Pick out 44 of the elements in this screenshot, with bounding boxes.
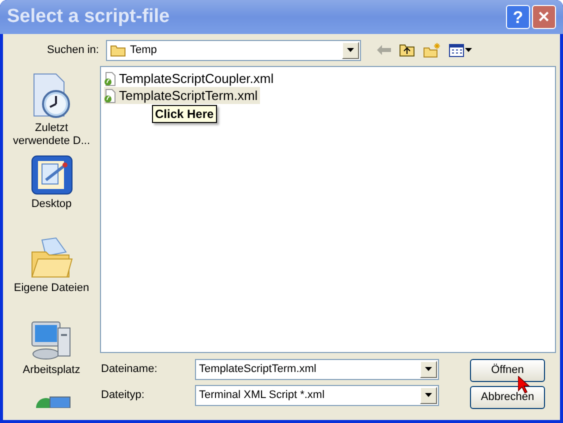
file-icon — [104, 72, 116, 86]
places-label: Desktop — [31, 198, 72, 211]
file-icon — [104, 88, 116, 102]
places-label: Zuletzt verwendete D... — [12, 122, 92, 148]
folder-icon — [110, 44, 126, 56]
file-item[interactable]: TemplateScriptTerm.xml — [104, 87, 260, 104]
caret-icon — [425, 367, 432, 371]
grid-view-icon — [449, 44, 464, 56]
folder-icon — [30, 236, 74, 280]
dialog-button[interactable]: Öffnen — [470, 359, 545, 382]
up-folder-icon[interactable] — [399, 43, 415, 57]
caret-icon — [465, 48, 472, 52]
file-type-dropdown[interactable]: Terminal XML Script *.xml — [195, 384, 439, 406]
window-title: Select a script-file — [7, 4, 171, 29]
field-value: TemplateScriptTerm.xml — [199, 362, 318, 377]
caret-icon — [347, 48, 354, 52]
field-label: Dateiname: — [100, 362, 158, 377]
file-name-field[interactable]: TemplateScriptTerm.xml — [195, 358, 439, 380]
look-in-value: Temp — [130, 42, 158, 58]
look-in-label: Suchen in: — [47, 42, 100, 58]
field-label: Dateityp: — [100, 388, 146, 403]
places-item[interactable]: Eigene Dateien — [6, 230, 98, 312]
view-menu-button[interactable] — [449, 44, 472, 56]
file-name: TemplateScriptCoupler.xml — [119, 70, 274, 88]
places-item[interactable]: Desktop — [6, 148, 98, 230]
dialog-button[interactable]: Abbrechen — [470, 386, 545, 409]
new-folder-icon[interactable] — [423, 42, 441, 58]
places-label: Arbeitsplatz — [22, 364, 80, 377]
dropdown-button[interactable] — [420, 360, 437, 378]
places-item[interactable]: Zuletzt verwendete D... — [6, 66, 98, 148]
places-label: Eigene Dateien — [14, 282, 90, 295]
mouse-cursor-icon — [518, 376, 530, 394]
field-value: Terminal XML Script *.xml — [199, 388, 326, 403]
file-name: TemplateScriptTerm.xml — [119, 86, 258, 105]
look-in-dropdown[interactable]: Temp — [106, 40, 361, 60]
dropdown-button[interactable] — [342, 42, 359, 58]
dropdown-button[interactable] — [420, 386, 437, 404]
tooltip: Click Here — [152, 105, 217, 123]
places-item[interactable]: Arbeitsplatz — [6, 312, 98, 394]
file-item[interactable]: TemplateScriptCoupler.xml — [104, 70, 276, 87]
close-button[interactable]: ✕ — [532, 5, 556, 29]
help-button[interactable]: ? — [506, 5, 530, 29]
caret-icon — [425, 393, 432, 397]
desktop-icon — [30, 154, 74, 196]
